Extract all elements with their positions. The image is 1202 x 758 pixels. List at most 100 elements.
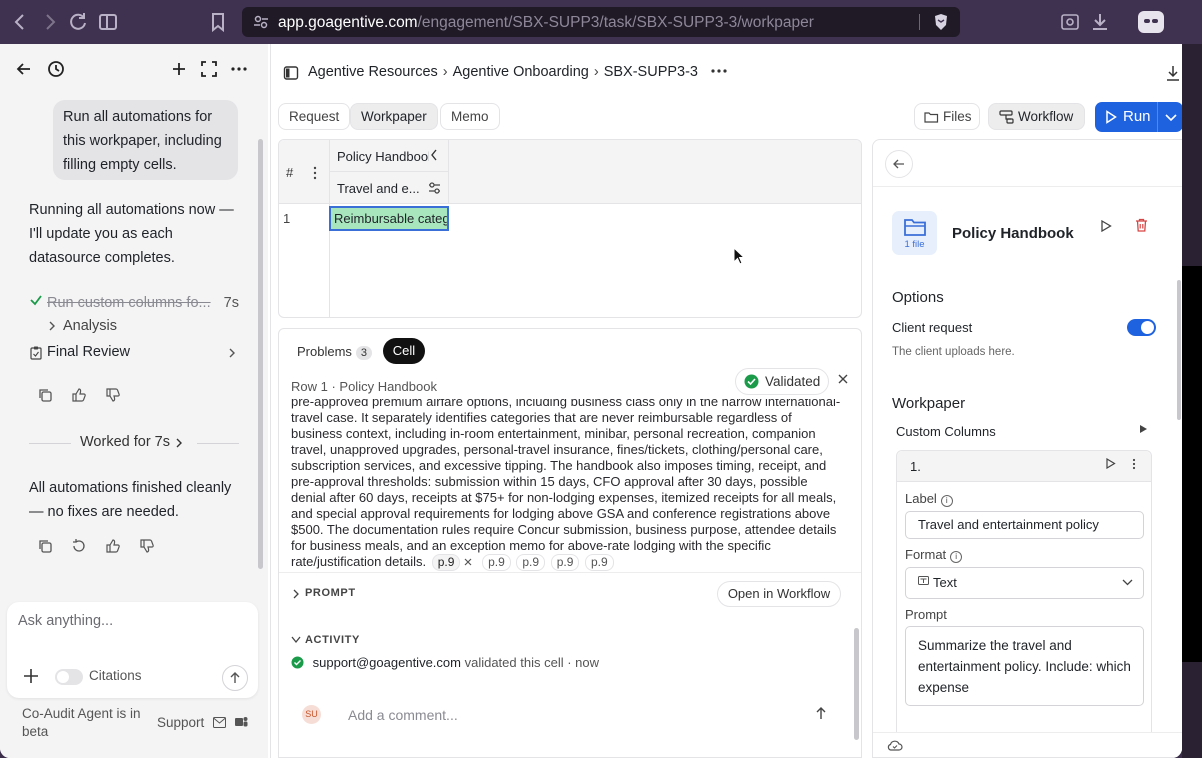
page-citation-chip[interactable]: p.9 xyxy=(550,554,580,571)
comment-input[interactable]: Add a comment... xyxy=(348,707,458,723)
send-button[interactable] xyxy=(222,665,248,691)
tab-cell[interactable]: Cell xyxy=(383,338,425,364)
download-icon[interactable] xyxy=(1088,10,1112,34)
tab-request[interactable]: Request xyxy=(278,103,351,130)
step-final-review[interactable]: Final Review xyxy=(29,343,239,365)
mail-icon xyxy=(213,717,227,728)
step-analysis[interactable]: Analysis xyxy=(47,318,117,334)
chevron-down-icon[interactable] xyxy=(291,636,301,644)
column-settings-icon[interactable] xyxy=(428,182,441,194)
breadcrumb-item-task[interactable]: SBX-SUPP3-3 xyxy=(604,64,698,80)
split-view-icon[interactable] xyxy=(96,10,120,34)
cell-summary-text: pre-approved premium airfare options, in… xyxy=(291,399,841,569)
config-scrollbar[interactable] xyxy=(1177,280,1181,420)
tab-problems[interactable]: Problems 3 xyxy=(297,344,373,360)
history-icon[interactable] xyxy=(45,58,67,80)
prompt-textarea[interactable]: Summarize the travel and entertainment p… xyxy=(905,626,1144,706)
worked-for-divider[interactable]: Worked for 7s xyxy=(29,433,239,453)
thumbs-down-icon[interactable] xyxy=(104,387,122,405)
app-window: Run all automations for this workpaper, … xyxy=(0,44,1182,758)
validated-badge[interactable]: Validated xyxy=(735,368,829,395)
grid-header: # Policy Handbook Travel and e... xyxy=(279,140,861,204)
breadcrumb-item-onboarding[interactable]: Agentive Onboarding xyxy=(453,64,589,80)
reload-icon[interactable] xyxy=(66,10,90,34)
workflow-button[interactable]: Workflow xyxy=(988,103,1085,130)
collapse-chevron-icon[interactable] xyxy=(430,149,438,161)
cell-summary-scroll[interactable]: pre-approved premium airfare options, in… xyxy=(291,399,849,571)
chat-scrollbar[interactable] xyxy=(258,139,263,569)
folder-glyph xyxy=(903,219,926,236)
chevron-right-icon[interactable] xyxy=(292,589,300,599)
cell-detail-pane: Problems 3 Cell Row 1 · Policy Handbook V… xyxy=(278,328,862,758)
copy-icon[interactable] xyxy=(36,538,54,556)
close-icon[interactable] xyxy=(833,371,853,391)
prompt-section-label[interactable]: PROMPT xyxy=(305,587,356,599)
close-icon[interactable] xyxy=(463,557,473,567)
play-icon[interactable] xyxy=(1135,423,1151,439)
label-input[interactable]: Travel and entertainment policy xyxy=(905,511,1144,539)
info-icon[interactable]: i xyxy=(950,551,963,563)
play-icon[interactable] xyxy=(1095,217,1117,239)
client-request-toggle[interactable] xyxy=(1127,319,1156,336)
back-button[interactable] xyxy=(885,150,913,178)
files-button[interactable]: Files xyxy=(914,103,980,130)
thumbs-up-icon[interactable] xyxy=(70,387,88,405)
forward-icon[interactable] xyxy=(38,10,62,34)
comment-send-button[interactable] xyxy=(811,705,831,725)
custom-column-card-header: 1. xyxy=(897,451,1151,482)
page-citation-chip[interactable]: p.9 xyxy=(585,554,614,571)
user-message: Run all automations for this workpaper, … xyxy=(53,100,238,180)
detail-scrollbar[interactable] xyxy=(854,628,859,740)
attach-button[interactable] xyxy=(21,666,41,686)
citations-toggle[interactable] xyxy=(55,669,83,685)
profile-icon[interactable] xyxy=(1138,11,1164,33)
clipboard-icon xyxy=(30,346,42,360)
more-icon[interactable] xyxy=(710,68,728,74)
run-button[interactable]: Run xyxy=(1095,102,1182,132)
files-label: Files xyxy=(943,109,972,124)
datasource-title: Policy Handbook xyxy=(952,225,1074,242)
retry-icon[interactable] xyxy=(70,538,88,556)
cloud-icon[interactable] xyxy=(887,739,903,753)
expand-icon[interactable] xyxy=(198,58,220,80)
thumbs-up-icon[interactable] xyxy=(104,538,122,556)
support-link[interactable]: Support xyxy=(157,715,248,730)
brave-shield-icon[interactable] xyxy=(930,11,952,33)
page-citation-chip[interactable]: p.9 xyxy=(431,554,461,571)
tab-memo[interactable]: Memo xyxy=(440,103,500,130)
bookmark-icon[interactable] xyxy=(206,10,230,34)
avatar: SU xyxy=(302,705,321,724)
format-select[interactable]: Text xyxy=(905,567,1144,599)
step-run-custom-columns[interactable]: Run custom columns fo... 7s xyxy=(29,293,239,315)
column-header-travel[interactable]: Travel and e... xyxy=(329,172,449,204)
grid-cell-selected[interactable]: Reimbursable categories xyxy=(329,206,449,231)
play-icon[interactable] xyxy=(1102,457,1118,474)
workpaper-heading: Workpaper xyxy=(892,395,966,412)
kebab-menu-icon[interactable] xyxy=(1126,458,1142,474)
options-heading: Options xyxy=(892,289,944,306)
tab-workpaper[interactable]: Workpaper xyxy=(350,103,438,130)
page-citation-chip[interactable]: p.9 xyxy=(482,554,511,571)
new-chat-icon[interactable] xyxy=(168,58,190,80)
chevron-down-icon[interactable] xyxy=(1165,114,1177,122)
chat-input[interactable]: Ask anything... xyxy=(18,613,113,629)
reader-icon[interactable] xyxy=(1058,10,1082,34)
trash-icon[interactable] xyxy=(1130,217,1152,239)
open-in-workflow-button[interactable]: Open in Workflow xyxy=(717,581,841,607)
sidebar-toggle-icon[interactable] xyxy=(283,65,299,81)
back-icon[interactable] xyxy=(8,10,32,34)
page-citation-chip[interactable]: p.9 xyxy=(516,554,546,571)
info-icon[interactable]: i xyxy=(940,495,953,507)
column-group-header[interactable]: Policy Handbook xyxy=(329,140,449,172)
back-arrow-icon[interactable] xyxy=(13,58,35,80)
column-menu-icon[interactable] xyxy=(312,166,318,180)
activity-section-label[interactable]: ACTIVITY xyxy=(305,634,360,646)
breadcrumb-item-resources[interactable]: Agentive Resources xyxy=(308,64,438,80)
more-icon[interactable] xyxy=(228,58,250,80)
address-bar[interactable]: app.goagentive.com/engagement/SBX-SUPP3/… xyxy=(242,7,960,37)
download-icon[interactable] xyxy=(1165,64,1181,82)
thumbs-down-icon[interactable] xyxy=(138,538,156,556)
site-settings-icon[interactable] xyxy=(250,11,272,33)
copy-icon[interactable] xyxy=(36,387,54,405)
support-label: Support xyxy=(157,715,205,730)
